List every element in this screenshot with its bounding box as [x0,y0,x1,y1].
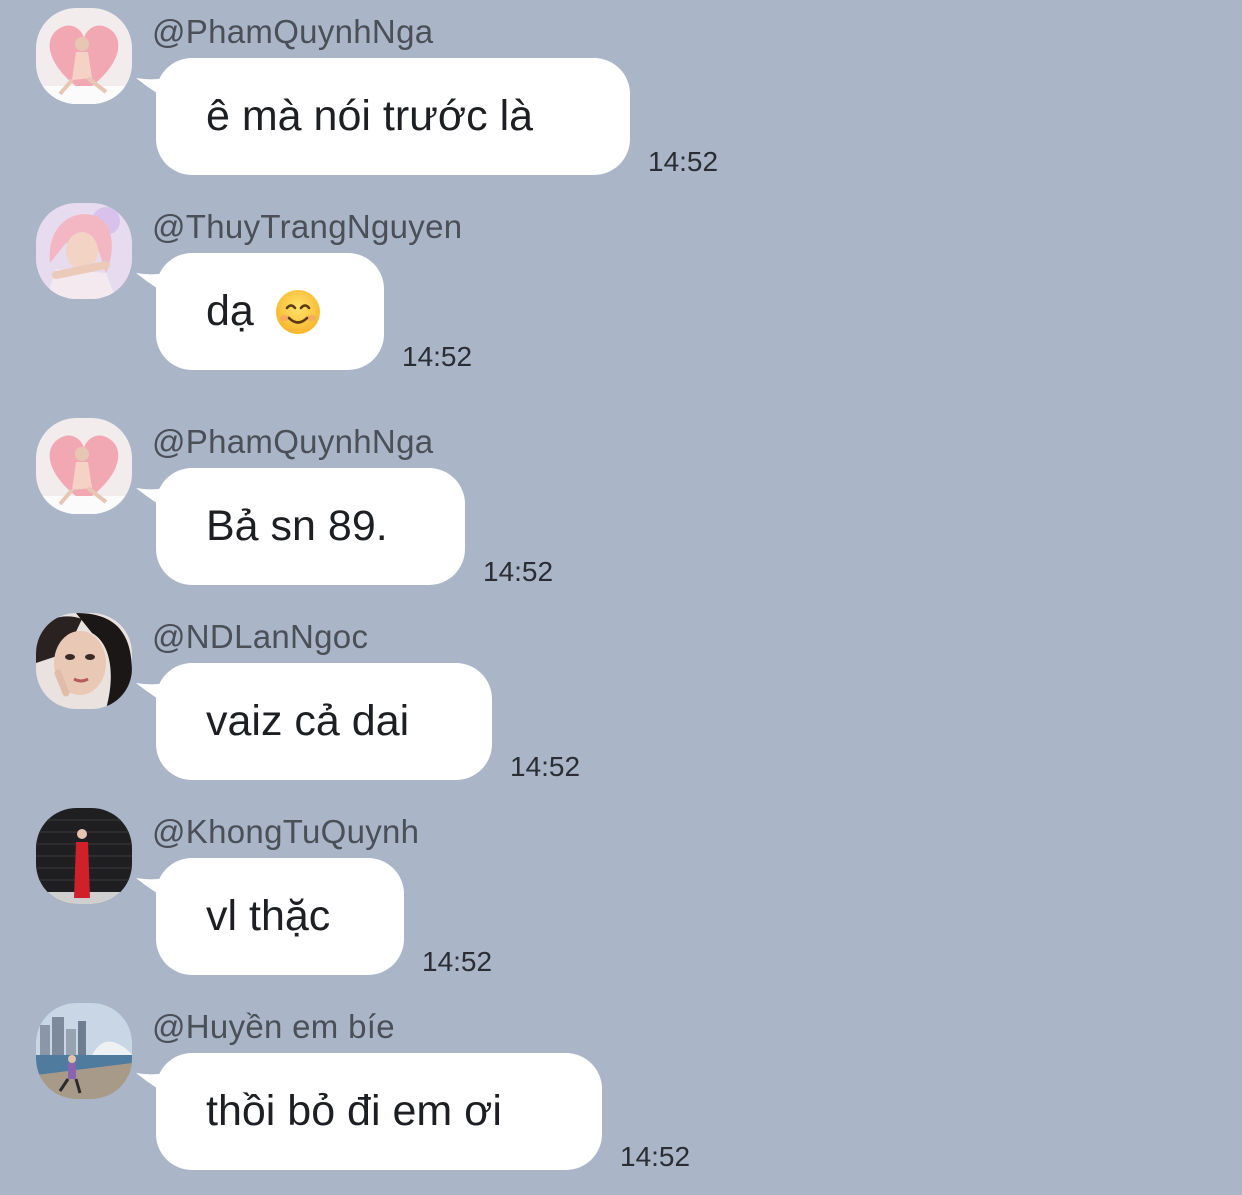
message-row: @Huyền em bíe thồi bỏ đi em ơi 14:52 [0,1003,1242,1193]
avatar-pink-hair-icon [36,203,132,299]
message-bubble[interactable]: vl thặc [156,858,404,975]
message-time: 14:52 [620,1141,691,1172]
chat-thread[interactable]: @PhamQuynhNga ê mà nói trước là 14:52 @T… [0,0,1242,1195]
message-time: 14:52 [483,556,554,587]
avatar[interactable] [36,1003,132,1099]
message-time: 14:52 [510,751,581,782]
message-bubble[interactable]: vaiz cả dai [156,663,492,780]
message-text: Bả sn 89. [206,502,388,550]
message-text: thồi bỏ đi em ơi [206,1087,502,1135]
avatar-city-harbor-icon [36,1003,132,1099]
message-row: @ThuyTrangNguyen dạ 14:52 [0,203,1242,393]
avatar-pink-heart-icon [36,418,132,514]
sender-name: @Huyền em bíe [152,1008,395,1045]
message-time: 14:52 [422,946,493,977]
avatar-portrait-icon [36,613,132,709]
avatar[interactable] [36,808,132,904]
message-row: @NDLanNgoc vaiz cả dai 14:52 [0,613,1242,803]
avatar[interactable] [36,203,132,299]
message-bubble[interactable]: thồi bỏ đi em ơi [156,1053,602,1170]
sender-name: @PhamQuynhNga [152,423,434,460]
smiling-face-emoji-icon [275,289,320,334]
avatar[interactable] [36,8,132,104]
sender-name: @KhongTuQuynh [152,813,420,850]
sender-name: @ThuyTrangNguyen [152,208,463,245]
avatar-red-dress-icon [36,808,132,904]
message-bubble[interactable]: ê mà nói trước là [156,58,630,175]
message-text: vl thặc [206,892,331,940]
avatar[interactable] [36,613,132,709]
message-row: @PhamQuynhNga ê mà nói trước là 14:52 [0,8,1242,198]
message-text: ê mà nói trước là [206,92,534,140]
message-row: @PhamQuynhNga Bả sn 89. 14:52 [0,418,1242,608]
avatar-pink-heart-icon [36,8,132,104]
message-text: dạ [206,287,254,335]
message-text: vaiz cả dai [206,697,410,745]
sender-name: @NDLanNgoc [152,618,369,655]
sender-name: @PhamQuynhNga [152,13,434,50]
message-row: @KhongTuQuynh vl thặc 14:52 [0,808,1242,998]
message-time: 14:52 [402,341,473,372]
message-time: 14:52 [648,146,719,177]
message-bubble[interactable]: dạ [156,253,384,370]
message-bubble[interactable]: Bả sn 89. [156,468,465,585]
avatar[interactable] [36,418,132,514]
